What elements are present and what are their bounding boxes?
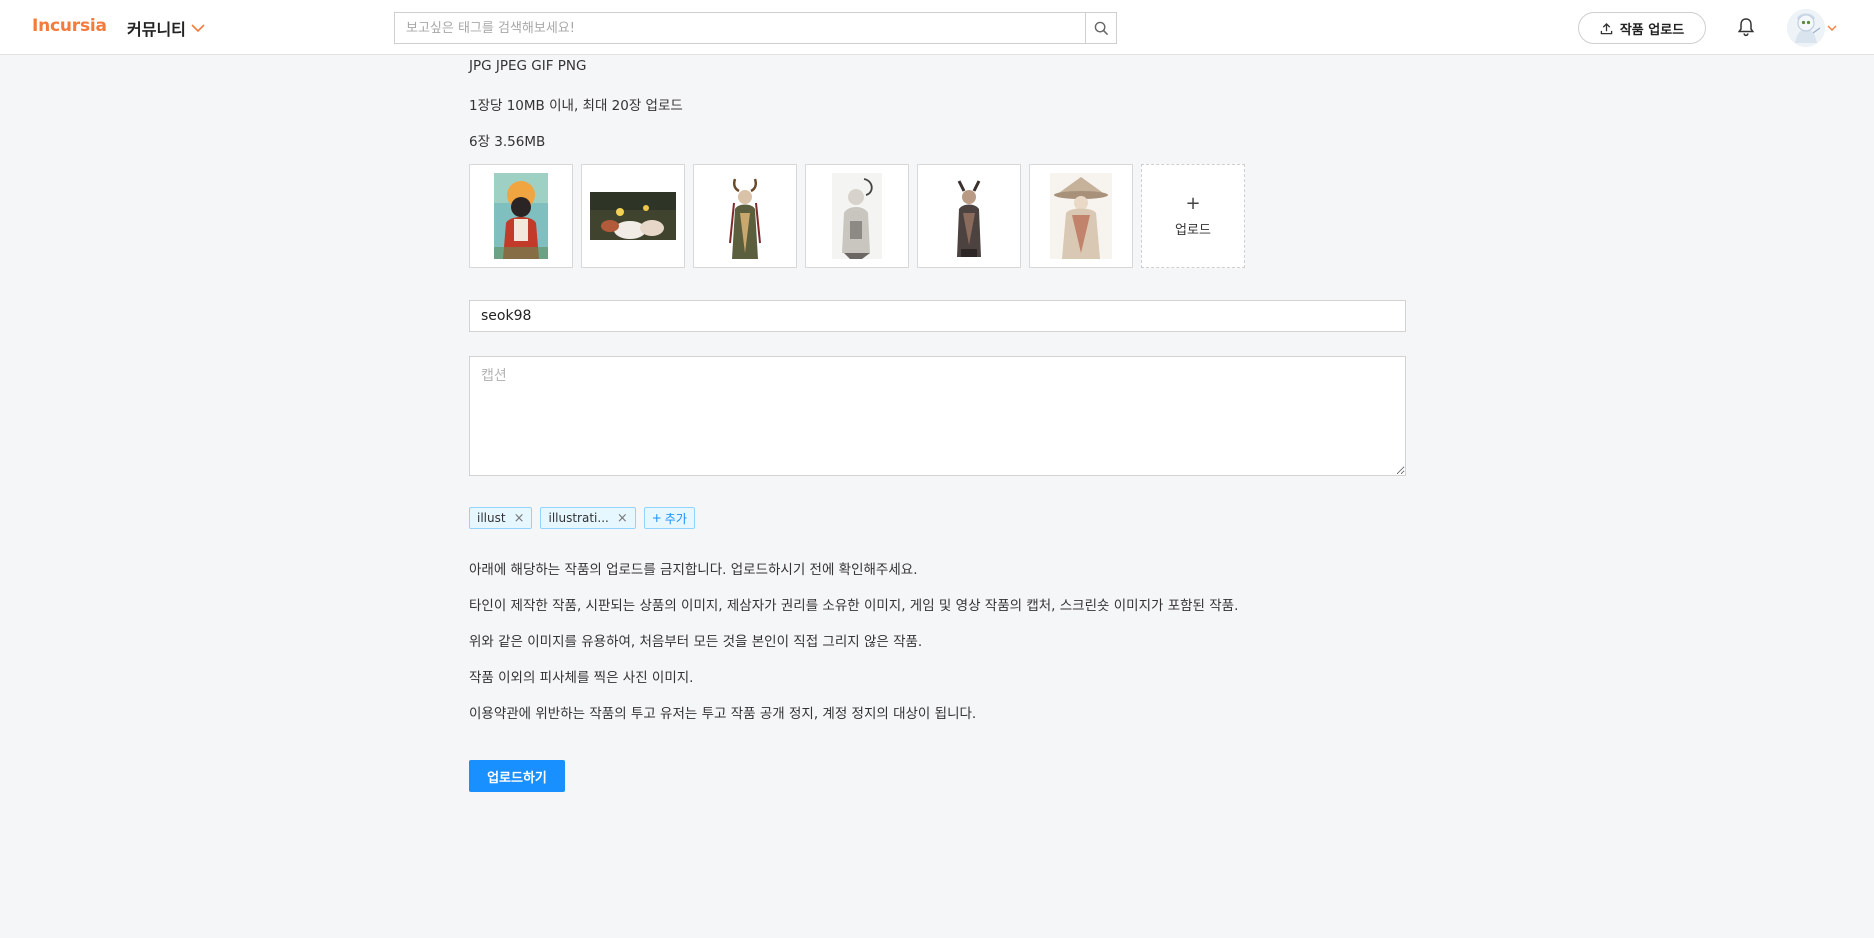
community-label: 커뮤니티 [127, 20, 186, 39]
upload-limit: 1장당 10MB 이내, 최대 20장 업로드 [469, 98, 683, 114]
profile-menu[interactable] [1787, 9, 1837, 47]
chevron-down-icon [191, 24, 205, 33]
search-bar [394, 12, 1117, 44]
add-image-label: 업로드 [1175, 222, 1211, 238]
site-logo[interactable]: Incursia [32, 16, 107, 36]
image-thumbnail[interactable] [581, 164, 685, 268]
tag-chip: illust × [469, 507, 533, 529]
tag-label: illustrati... [548, 511, 609, 525]
submit-upload-button[interactable]: 업로드하기 [469, 760, 565, 792]
plus-icon: + [1185, 192, 1201, 214]
caption-textarea[interactable] [469, 356, 1406, 476]
notice-line: 아래에 해당하는 작품의 업로드를 금지합니다. 업로드하시기 전에 확인해주세… [469, 562, 918, 578]
image-thumbnail[interactable] [805, 164, 909, 268]
image-thumbnail[interactable] [1029, 164, 1133, 268]
notice-line: 이용약관에 위반하는 작품의 투고 유저는 투고 작품 공개 정지, 계정 정지… [469, 706, 977, 722]
plus-icon: + [651, 511, 662, 525]
image-thumbnail-list: + 업로드 [469, 164, 1245, 268]
add-tag-label: 추가 [664, 511, 687, 526]
image-thumbnail[interactable] [917, 164, 1021, 268]
avatar [1787, 9, 1825, 47]
upload-button-label: 작품 업로드 [1619, 22, 1685, 38]
bell-icon [1737, 18, 1755, 37]
top-nav-bar: Incursia 커뮤니티 작품 업로드 [0, 0, 1874, 55]
search-input[interactable] [395, 13, 1085, 43]
artwork-upload-button[interactable]: 작품 업로드 [1578, 12, 1706, 44]
add-image-button[interactable]: + 업로드 [1141, 164, 1245, 268]
upload-icon [1600, 22, 1613, 34]
search-icon [1094, 21, 1108, 35]
notice-line: 위와 같은 이미지를 유용하여, 처음부터 모든 것을 본인이 직접 그리지 않… [469, 634, 923, 650]
tag-chip: illustrati... × [540, 507, 636, 529]
community-menu[interactable]: 커뮤니티 [127, 16, 205, 40]
notification-button[interactable] [1737, 17, 1757, 39]
upload-status: 6장 3.56MB [469, 134, 546, 150]
allowed-formats: JPG JPEG GIF PNG [469, 58, 587, 74]
chevron-down-icon [1827, 25, 1837, 31]
notice-line: 타인이 제작한 작품, 시판되는 상품의 이미지, 제삼자가 권리를 소유한 이… [469, 598, 1239, 614]
search-button[interactable] [1085, 13, 1116, 43]
tag-list: illust × illustrati... × + 추가 [469, 507, 695, 529]
add-tag-button[interactable]: + 추가 [643, 507, 695, 529]
notice-line: 작품 이외의 피사체를 찍은 사진 이미지. [469, 670, 694, 686]
tag-label: illust [477, 511, 506, 525]
close-icon[interactable]: × [514, 512, 525, 525]
image-thumbnail[interactable] [693, 164, 797, 268]
close-icon[interactable]: × [617, 512, 628, 525]
image-thumbnail[interactable] [469, 164, 573, 268]
title-input[interactable] [469, 300, 1406, 332]
